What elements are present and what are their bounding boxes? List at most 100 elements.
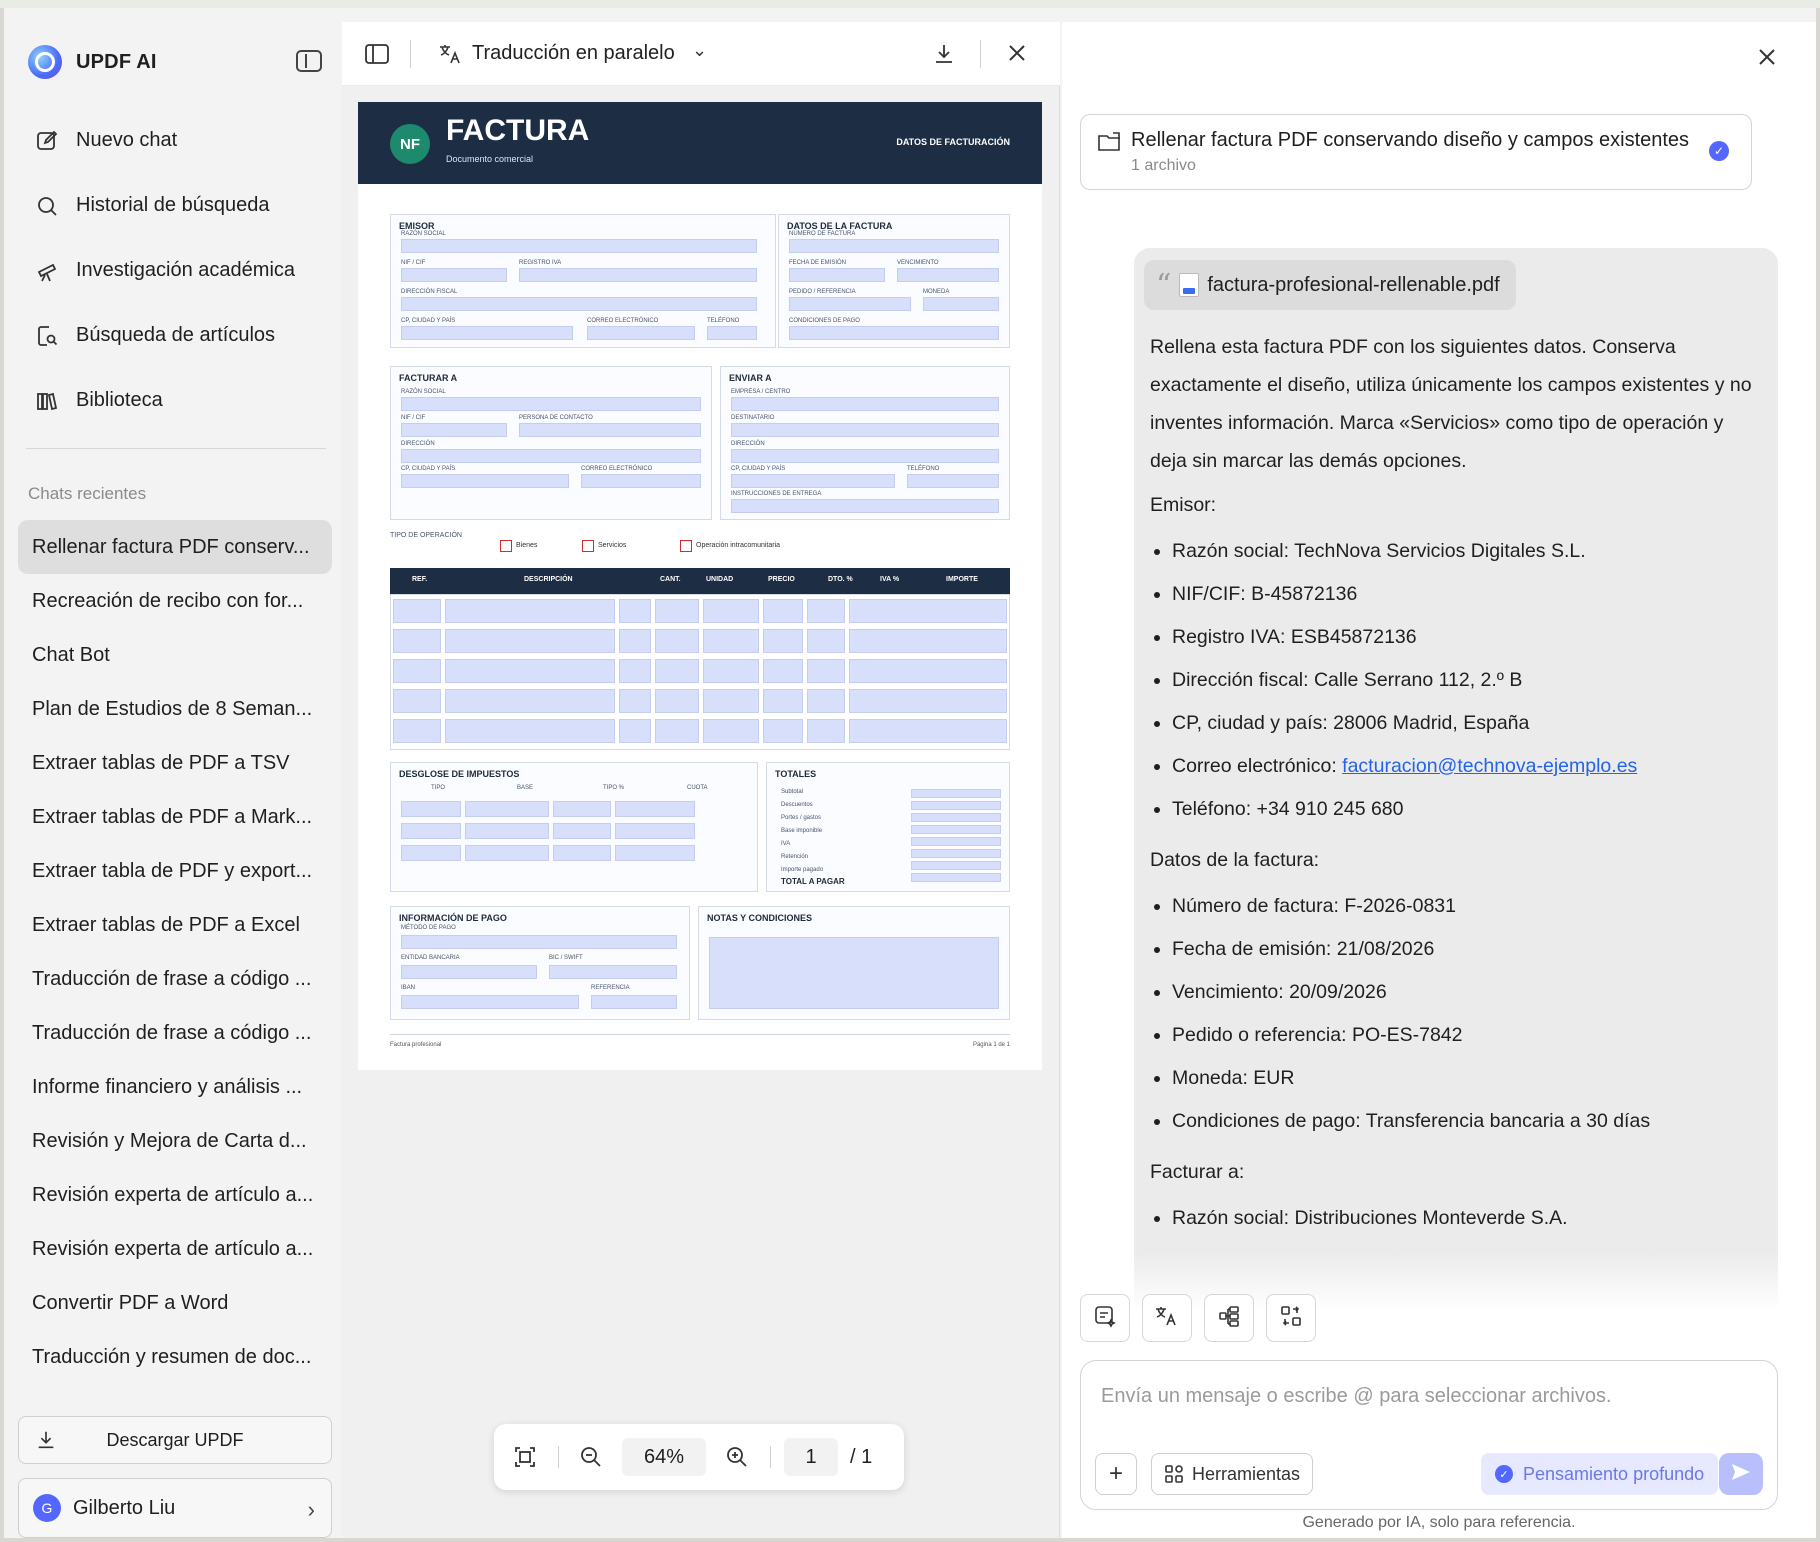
form-field[interactable] bbox=[789, 268, 885, 282]
tax-cell[interactable] bbox=[465, 823, 549, 839]
item-cell[interactable] bbox=[807, 629, 845, 653]
tax-cell[interactable] bbox=[553, 801, 611, 817]
summarize-tool-button[interactable] bbox=[1080, 1294, 1130, 1342]
form-field[interactable] bbox=[591, 995, 677, 1009]
form-field[interactable] bbox=[401, 423, 507, 437]
form-field[interactable] bbox=[731, 423, 999, 437]
email-link[interactable]: facturacion@technova-ejemplo.es bbox=[1342, 755, 1637, 777]
toggle-panel-icon[interactable] bbox=[364, 42, 390, 71]
translation-mode-label[interactable]: Traducción en paralelo bbox=[472, 42, 675, 65]
add-attachment-button[interactable]: + bbox=[1095, 1453, 1137, 1495]
total-cell[interactable] bbox=[911, 825, 1001, 834]
checkbox-servicios[interactable] bbox=[582, 540, 594, 552]
page-number-input[interactable]: 1 bbox=[784, 1438, 838, 1476]
nav-academic-research[interactable]: Investigación académica bbox=[20, 238, 330, 303]
item-cell[interactable] bbox=[445, 719, 615, 743]
form-field[interactable] bbox=[907, 474, 999, 488]
fit-page-icon[interactable] bbox=[514, 1446, 536, 1473]
item-cell[interactable] bbox=[393, 719, 441, 743]
form-field[interactable] bbox=[707, 326, 757, 340]
download-icon[interactable] bbox=[932, 42, 956, 71]
item-cell[interactable] bbox=[763, 659, 803, 683]
item-cell[interactable] bbox=[849, 719, 1007, 743]
recent-chat-item[interactable]: Revisión experta de artículo a... bbox=[18, 1168, 332, 1222]
form-field[interactable] bbox=[401, 326, 573, 340]
total-cell[interactable] bbox=[911, 813, 1001, 822]
checkbox-bienes[interactable] bbox=[500, 540, 512, 552]
item-cell[interactable] bbox=[619, 629, 651, 653]
form-field[interactable] bbox=[581, 474, 701, 488]
form-field[interactable] bbox=[401, 995, 579, 1009]
nav-article-search[interactable]: Búsqueda de artículos bbox=[20, 303, 330, 368]
recent-chat-item[interactable]: Informe financiero y análisis ... bbox=[18, 1060, 332, 1114]
item-cell[interactable] bbox=[445, 659, 615, 683]
item-cell[interactable] bbox=[445, 629, 615, 653]
form-field[interactable] bbox=[731, 397, 999, 411]
message-input[interactable]: Envía un mensaje o escribe @ para selecc… bbox=[1101, 1385, 1612, 1408]
recent-chat-item[interactable]: Recreación de recibo con for... bbox=[18, 574, 332, 628]
item-cell[interactable] bbox=[763, 599, 803, 623]
item-cell[interactable] bbox=[655, 689, 699, 713]
mindmap-tool-button[interactable] bbox=[1204, 1294, 1254, 1342]
form-field[interactable] bbox=[789, 297, 911, 311]
total-cell[interactable] bbox=[911, 837, 1001, 846]
item-cell[interactable] bbox=[619, 599, 651, 623]
item-cell[interactable] bbox=[393, 689, 441, 713]
recent-chat-item[interactable]: Extraer tablas de PDF a TSV bbox=[18, 736, 332, 790]
item-cell[interactable] bbox=[619, 719, 651, 743]
item-cell[interactable] bbox=[703, 719, 759, 743]
item-cell[interactable] bbox=[393, 629, 441, 653]
recent-chat-item[interactable]: Extraer tabla de PDF y export... bbox=[18, 844, 332, 898]
recent-chat-item[interactable]: Revisión experta de artículo a... bbox=[18, 1222, 332, 1276]
tax-cell[interactable] bbox=[615, 845, 695, 861]
form-field[interactable] bbox=[401, 449, 701, 463]
user-profile-button[interactable]: G Gilberto Liu › bbox=[18, 1478, 332, 1538]
recent-chat-item[interactable]: Chat Bot bbox=[18, 628, 332, 682]
zoom-out-icon[interactable] bbox=[580, 1446, 602, 1473]
chevron-down-icon[interactable]: ⌄ bbox=[692, 40, 707, 61]
total-cell[interactable] bbox=[911, 801, 1001, 810]
form-field[interactable] bbox=[401, 935, 677, 949]
tax-cell[interactable] bbox=[465, 845, 549, 861]
recent-chat-item[interactable]: Traducción de frase a código ... bbox=[18, 952, 332, 1006]
form-field[interactable] bbox=[789, 326, 999, 340]
notes-field[interactable] bbox=[709, 937, 999, 1009]
close-icon[interactable] bbox=[1756, 44, 1778, 75]
item-cell[interactable] bbox=[703, 629, 759, 653]
item-cell[interactable] bbox=[763, 689, 803, 713]
tax-cell[interactable] bbox=[401, 801, 461, 817]
form-field[interactable] bbox=[519, 268, 757, 282]
download-updf-button[interactable]: Descargar UPDF bbox=[18, 1416, 332, 1464]
tax-cell[interactable] bbox=[401, 845, 461, 861]
item-cell[interactable] bbox=[445, 689, 615, 713]
form-field[interactable] bbox=[587, 326, 695, 340]
item-cell[interactable] bbox=[393, 659, 441, 683]
tools-button[interactable]: Herramientas bbox=[1151, 1453, 1314, 1495]
tax-cell[interactable] bbox=[553, 845, 611, 861]
total-cell[interactable] bbox=[911, 849, 1001, 858]
form-field[interactable] bbox=[401, 297, 757, 311]
form-field[interactable] bbox=[401, 397, 701, 411]
item-cell[interactable] bbox=[763, 629, 803, 653]
nav-library[interactable]: Biblioteca bbox=[20, 368, 330, 433]
tax-cell[interactable] bbox=[615, 823, 695, 839]
nav-new-chat[interactable]: Nuevo chat bbox=[20, 108, 330, 173]
deep-thinking-toggle[interactable]: ✓ Pensamiento profundo bbox=[1481, 1453, 1719, 1495]
translate-tool-button[interactable] bbox=[1142, 1294, 1192, 1342]
recent-chat-item[interactable]: Traducción de frase a código ... bbox=[18, 1006, 332, 1060]
item-cell[interactable] bbox=[655, 659, 699, 683]
item-cell[interactable] bbox=[849, 659, 1007, 683]
total-cell[interactable] bbox=[911, 861, 1001, 870]
recent-chat-item[interactable]: Extraer tablas de PDF a Excel bbox=[18, 898, 332, 952]
item-cell[interactable] bbox=[393, 599, 441, 623]
item-cell[interactable] bbox=[849, 689, 1007, 713]
item-cell[interactable] bbox=[655, 719, 699, 743]
form-field[interactable] bbox=[789, 239, 999, 253]
item-cell[interactable] bbox=[655, 629, 699, 653]
form-field[interactable] bbox=[549, 965, 677, 979]
convert-tool-button[interactable] bbox=[1266, 1294, 1316, 1342]
form-field[interactable] bbox=[519, 423, 701, 437]
item-cell[interactable] bbox=[619, 659, 651, 683]
checkbox-intracomunitaria[interactable] bbox=[680, 540, 692, 552]
task-card[interactable]: Rellenar factura PDF conservando diseño … bbox=[1080, 114, 1752, 190]
